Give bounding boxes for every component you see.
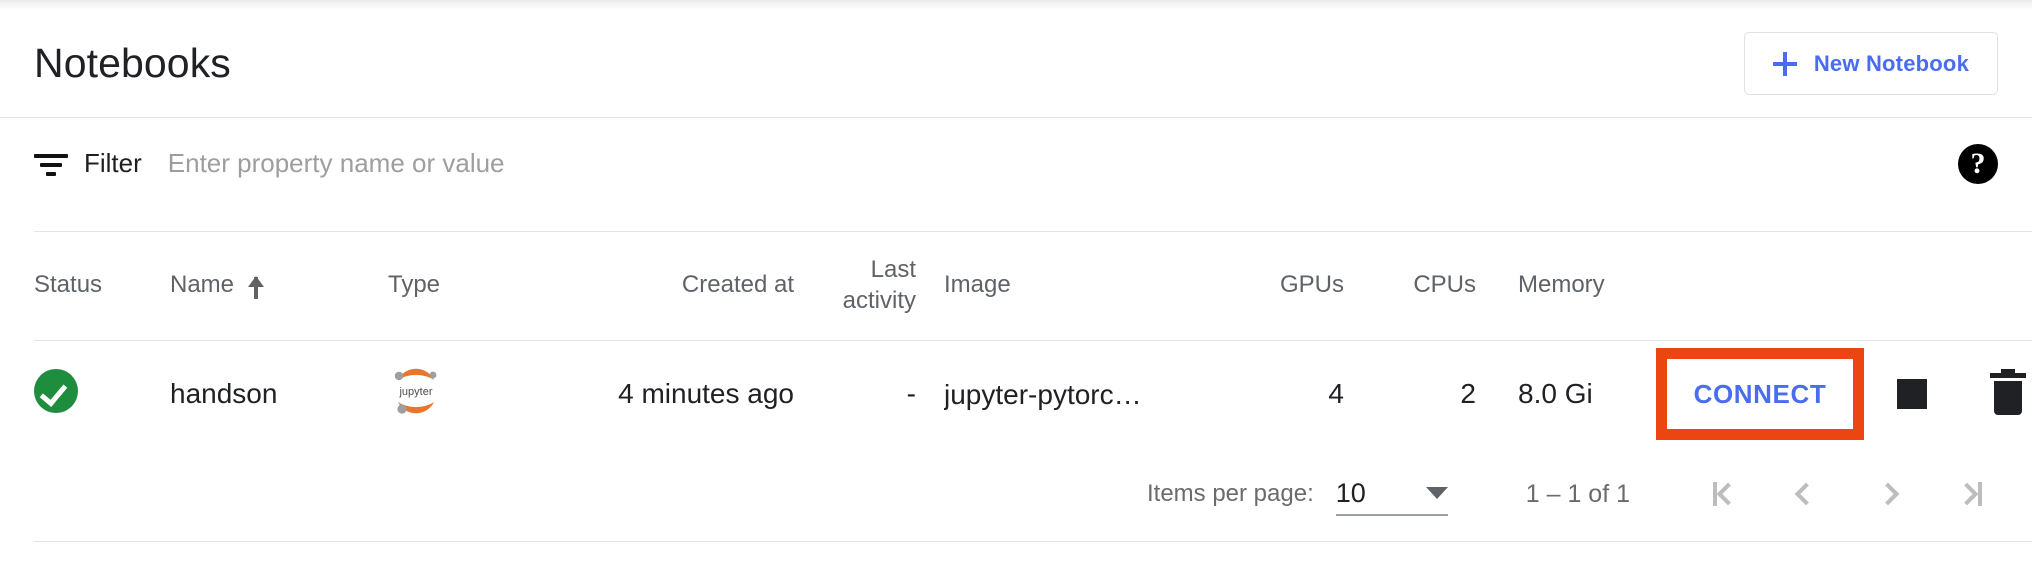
cell-actions: CONNECT <box>1628 339 2032 448</box>
items-per-page-label: Items per page: <box>1146 480 1314 507</box>
pager-buttons <box>1702 472 1992 516</box>
chevron-down-icon <box>1425 487 1448 499</box>
filter-list-icon <box>34 149 68 179</box>
plus-icon <box>1772 51 1797 76</box>
help-circle-icon[interactable]: ? <box>1958 143 1998 184</box>
jupyter-logo-icon: jupyter <box>388 363 444 419</box>
first-page-icon <box>1712 482 1739 506</box>
last-page-button[interactable] <box>1948 472 1992 516</box>
column-header-name[interactable]: Name <box>170 232 388 340</box>
cell-status <box>34 339 170 448</box>
filter-input[interactable] <box>167 148 928 179</box>
row-actions: CONNECT <box>1628 348 2032 441</box>
new-notebook-label: New Notebook <box>1813 50 1969 76</box>
delete-button[interactable] <box>1960 348 2032 440</box>
paginator: Items per page: 10 1 – 1 of 1 <box>0 447 2032 541</box>
page-header: Notebooks New Notebook <box>0 10 2032 117</box>
stop-button[interactable] <box>1864 348 1960 440</box>
column-header-gpus[interactable]: GPUs <box>1182 232 1344 340</box>
column-header-status[interactable]: Status <box>34 232 170 340</box>
connect-button-wrapper: CONNECT <box>1656 348 1864 441</box>
column-label-memory: Memory <box>1518 271 1605 299</box>
column-header-image[interactable]: Image <box>916 232 1182 340</box>
bottom-divider <box>34 541 2032 542</box>
chevron-left-icon <box>1794 482 1818 506</box>
page-range-label: 1 – 1 of 1 <box>1525 479 1630 508</box>
stop-square-icon <box>1897 379 1927 410</box>
table-body: handson jupyter 4 minutes ago - jupyter-… <box>34 339 2032 448</box>
notebooks-page: Notebooks New Notebook Filter ? <box>0 0 2032 570</box>
column-label-image: Image <box>944 271 1011 299</box>
cell-type: jupyter <box>388 339 572 448</box>
cell-memory: 8.0 Gi <box>1476 339 1628 448</box>
cell-cpus: 2 <box>1344 339 1476 448</box>
column-label-created-at: Created at <box>681 271 794 299</box>
cell-last-activity: - <box>794 339 916 448</box>
arrow-upward-icon <box>246 273 266 299</box>
column-label-name: Name <box>170 271 235 299</box>
chevron-right-icon <box>1876 482 1900 506</box>
notebooks-table: Status Name Type Created at Last activit… <box>34 232 2032 448</box>
column-header-type[interactable]: Type <box>388 232 572 340</box>
column-label-gpus: GPUs <box>1279 271 1344 299</box>
page-size-value: 10 <box>1335 477 1366 508</box>
filter-label: Filter <box>84 148 142 178</box>
column-label-cpus: CPUs <box>1413 271 1476 299</box>
column-header-last-activity[interactable]: Last activity <box>794 232 916 340</box>
check-circle-icon <box>34 368 78 413</box>
previous-page-button[interactable] <box>1784 472 1828 516</box>
trash-icon <box>1990 369 2026 416</box>
top-shadow <box>0 0 2032 10</box>
column-header-actions <box>1628 232 2032 340</box>
page-size-select[interactable]: 10 <box>1335 472 1448 516</box>
last-page-icon <box>1955 482 1982 506</box>
next-page-button[interactable] <box>1866 472 1910 516</box>
column-label-type: Type <box>388 271 441 299</box>
column-header-cpus[interactable]: CPUs <box>1344 232 1476 340</box>
table-header-row: Status Name Type Created at Last activit… <box>34 232 2032 340</box>
table-header: Status Name Type Created at Last activit… <box>34 232 2032 340</box>
column-label-status: Status <box>34 271 103 299</box>
svg-text:jupyter: jupyter <box>398 386 432 398</box>
column-header-memory[interactable]: Memory <box>1476 232 1628 340</box>
page-title: Notebooks <box>34 40 231 86</box>
cell-image: jupyter-pytorc… <box>916 339 1182 448</box>
first-page-button[interactable] <box>1702 472 1746 516</box>
column-label-last-activity: Last activity <box>842 256 916 314</box>
new-notebook-button[interactable]: New Notebook <box>1743 32 1998 95</box>
cell-name: handson <box>170 339 388 448</box>
filter-bar: Filter ? <box>0 118 2032 209</box>
column-header-created-at[interactable]: Created at <box>572 232 794 340</box>
cell-created-at: 4 minutes ago <box>572 339 794 448</box>
table-row[interactable]: handson jupyter 4 minutes ago - jupyter-… <box>34 339 2032 448</box>
cell-image-text: jupyter-pytorc… <box>944 379 1142 411</box>
cell-gpus: 4 <box>1182 339 1344 448</box>
connect-button[interactable]: CONNECT <box>1694 379 1827 410</box>
